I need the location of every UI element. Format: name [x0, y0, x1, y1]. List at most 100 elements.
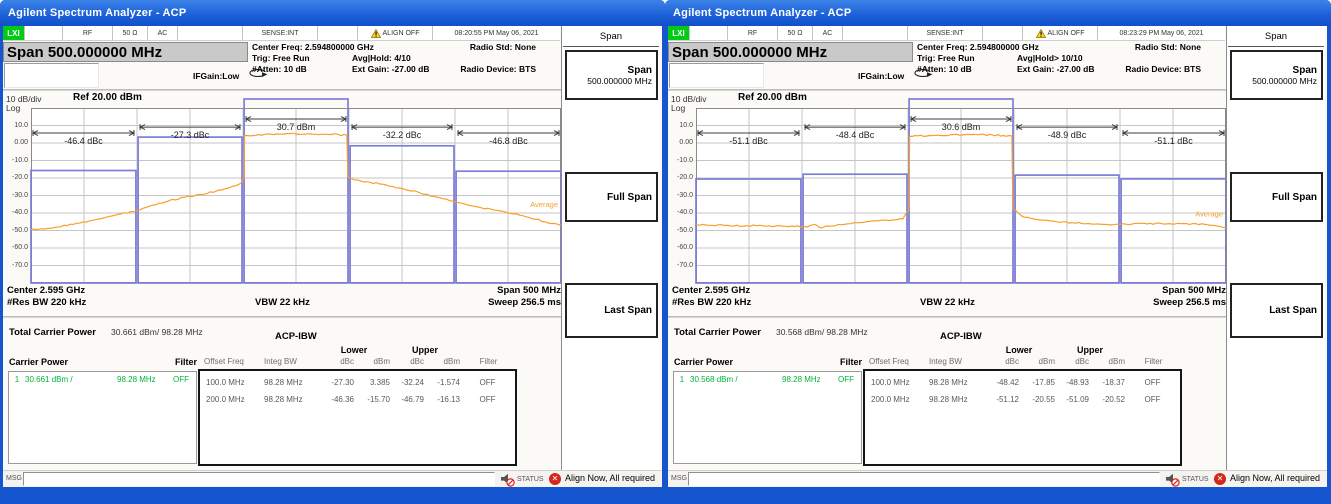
filter-header: Filter — [153, 357, 197, 367]
align-message: Align Now, All required — [1230, 473, 1320, 483]
carrier-power-header: Carrier Power — [9, 357, 68, 367]
acp-cell: -15.70 — [354, 391, 390, 408]
acp-cell: -17.85 — [1019, 374, 1055, 391]
y-axis-tick: -20.0 — [3, 174, 28, 181]
status-bar: MSG STATUS ✕ Align Now, All required — [3, 470, 662, 487]
window-titlebar[interactable]: Agilent Spectrum Analyzer - ACP — [665, 0, 1331, 26]
window-titlebar[interactable]: Agilent Spectrum Analyzer - ACP — [0, 0, 665, 26]
coupling-status: AC — [813, 26, 843, 40]
status-cell-blank — [318, 26, 358, 40]
acp-chart: Average-46.4 dBc-27.3 dBc30.7 dBm-32.2 d… — [31, 108, 561, 283]
y-axis-tick: -30.0 — [3, 192, 28, 199]
acp-ibw-label: ACP-IBW — [940, 331, 982, 342]
status-strip: LXI RF 50 Ω AC SENSE:INT ALIGN OFF 08:23… — [668, 26, 1225, 41]
status-label: STATUS — [517, 476, 544, 483]
acp-table-row: 200.0 MHz98.28 MHz-46.36-15.70-46.79-16.… — [200, 391, 515, 408]
softkey-last-span[interactable]: Last Span — [565, 283, 658, 338]
acp-cell: 100.0 MHz — [865, 374, 923, 391]
sweep-footer: Sweep 256.5 ms — [488, 297, 561, 308]
softkey-span-label: Span — [1293, 65, 1317, 76]
if-gain-label: IFGain:Low — [858, 71, 904, 81]
analyzer-window: Agilent Spectrum Analyzer - ACP LXI RF 5… — [0, 0, 665, 504]
analyzer-window: Agilent Spectrum Analyzer - ACP LXI RF 5… — [665, 0, 1331, 504]
lower-group-header: Lower — [318, 345, 390, 355]
res-bw-footer: #Res BW 220 kHz — [7, 297, 86, 308]
region-measurement-label: -32.2 dBc — [383, 130, 422, 140]
atten-readout: #Atten: 10 dB — [917, 64, 972, 74]
span-readout: Span 500.000000 MHz — [3, 42, 248, 62]
trig-readout: Trig: Free Run — [917, 53, 975, 63]
avg-hold-readout: Avg|Hold: 4/10 — [352, 53, 411, 63]
carrier-filter-value: OFF — [838, 375, 862, 384]
y-axis-tick: -40.0 — [668, 209, 693, 216]
carrier-index: 1 — [674, 375, 690, 384]
y-axis: 10.00.00-10.0-20.0-30.0-40.0-50.0-60.0-7… — [668, 26, 694, 286]
vbw-footer: VBW 22 kHz — [255, 297, 310, 308]
align-message: Align Now, All required — [565, 473, 655, 483]
y-axis-tick: -60.0 — [668, 244, 693, 251]
acp-cell: -32.24 — [390, 374, 424, 391]
ext-gain-readout: Ext Gain: -27.00 dB — [1017, 64, 1094, 74]
sidebar: Span Span 500.000000 MHz Full Span Last … — [562, 26, 660, 470]
acp-cell: -46.36 — [318, 391, 354, 408]
y-axis-tick: 0.00 — [668, 139, 693, 146]
acp-col-header: dBm — [1089, 357, 1125, 366]
results-divider — [668, 316, 1226, 318]
acp-cell: OFF — [1125, 374, 1180, 391]
acp-cell: 98.28 MHz — [923, 391, 983, 408]
status-cell-blank — [983, 26, 1023, 40]
status-cell-blank — [178, 26, 243, 40]
impedance-status: 50 Ω — [113, 26, 148, 40]
softkey-full-span-label: Full Span — [607, 192, 652, 203]
softkey-last-span[interactable]: Last Span — [1230, 283, 1323, 338]
avg-hold-readout: Avg|Hold> 10/10 — [1017, 53, 1083, 63]
acp-col-header: dBm — [424, 357, 460, 366]
radio-std-readout: Radio Std: None — [1089, 42, 1201, 52]
speaker-muted-icon — [1165, 472, 1180, 487]
y-axis-tick: -10.0 — [668, 157, 693, 164]
softkey-span[interactable]: Span 500.000000 MHz — [565, 50, 658, 100]
carrier-list: 1 30.568 dBm / 98.28 MHz OFF — [673, 371, 862, 464]
region-measurement-label: -48.9 dBc — [1048, 130, 1087, 140]
region-measurement-label: 30.7 dBm — [277, 122, 316, 132]
radio-device-readout: Radio Device: BTS — [1089, 64, 1201, 74]
softkey-span-label: Span — [628, 65, 652, 76]
acp-table-row: 100.0 MHz98.28 MHz-27.303.385-32.24-1.57… — [200, 374, 515, 391]
acp-cell: OFF — [460, 391, 515, 408]
acp-col-header: dBm — [354, 357, 390, 366]
span-readout: Span 500.000000 MHz — [668, 42, 913, 62]
y-axis-tick: 0.00 — [3, 139, 28, 146]
softkey-full-span[interactable]: Full Span — [565, 172, 658, 222]
softkey-full-span[interactable]: Full Span — [1230, 172, 1323, 222]
align-status: ALIGN OFF — [1023, 26, 1098, 40]
carrier-index: 1 — [9, 375, 25, 384]
softkey-span-value: 500.000000 MHz — [587, 76, 652, 86]
warning-icon — [371, 29, 381, 38]
ext-gain-readout: Ext Gain: -27.00 dB — [352, 64, 429, 74]
carrier-power-value: 30.568 dBm / — [690, 375, 782, 384]
acp-col-header: Filter — [1125, 357, 1182, 366]
align-status-label: ALIGN OFF — [1048, 30, 1085, 37]
trig-readout: Trig: Free Run — [252, 53, 310, 63]
softkey-last-span-label: Last Span — [1269, 305, 1317, 316]
total-carrier-power-value: 30.661 dBm/ 98.28 MHz — [111, 327, 203, 337]
acp-cell: -46.79 — [390, 391, 424, 408]
carrier-power-header: Carrier Power — [674, 357, 733, 367]
acp-cell: -1.574 — [424, 374, 460, 391]
softkey-span[interactable]: Span 500.000000 MHz — [1230, 50, 1323, 100]
acp-col-header: dBc — [390, 357, 424, 366]
window-title: Agilent Spectrum Analyzer - ACP — [673, 7, 851, 19]
radio-device-readout: Radio Device: BTS — [424, 64, 536, 74]
y-axis-tick: -70.0 — [3, 262, 28, 269]
region-measurement-label: -27.3 dBc — [171, 130, 210, 140]
carrier-bw-value: 98.28 MHz — [117, 375, 173, 384]
acp-cell: -51.09 — [1055, 391, 1089, 408]
acp-cell: -27.30 — [318, 374, 354, 391]
region-measurement-label: -51.1 dBc — [1154, 136, 1193, 146]
acp-table-row: 100.0 MHz98.28 MHz-48.42-17.85-48.93-18.… — [865, 374, 1180, 391]
acp-col-header: Integ BW — [923, 357, 983, 366]
clock: 08:20:55 PM May 06, 2021 — [433, 26, 560, 40]
carrier-filter-value: OFF — [173, 375, 197, 384]
rf-status: RF — [63, 26, 113, 40]
coupling-status: AC — [148, 26, 178, 40]
